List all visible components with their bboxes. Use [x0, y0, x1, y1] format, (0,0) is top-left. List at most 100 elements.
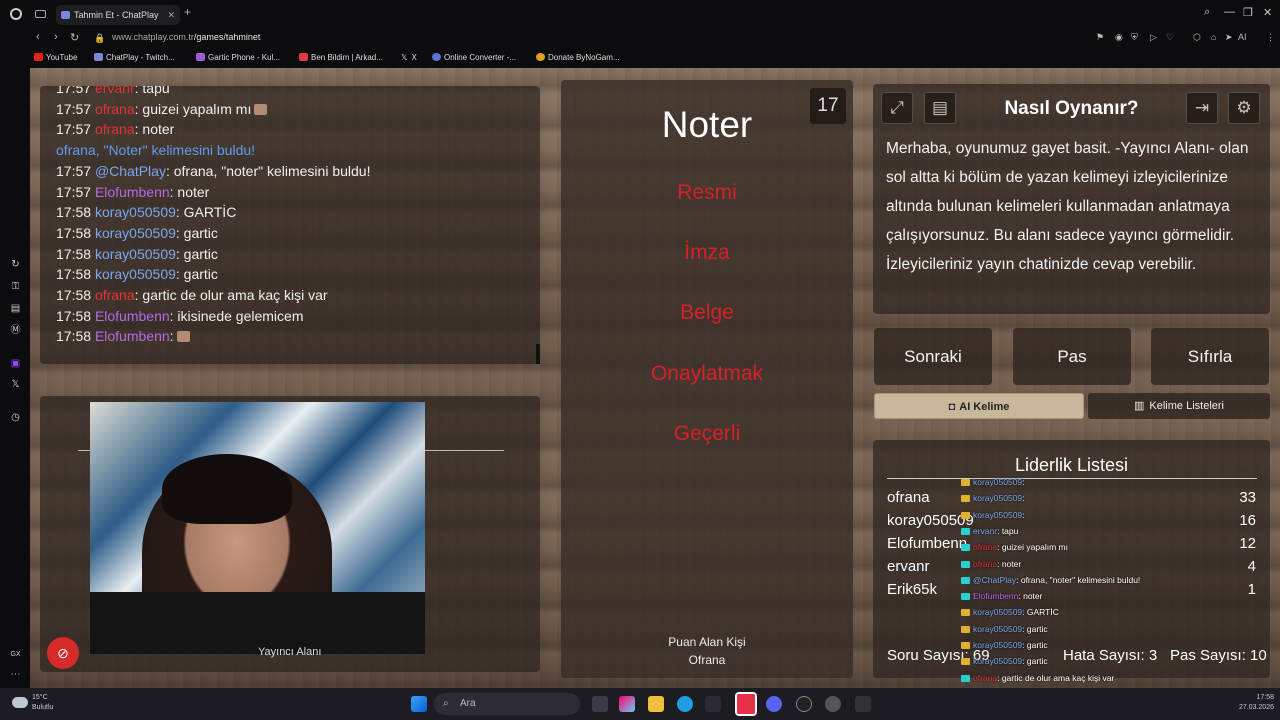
chat-scrollbar[interactable] [536, 344, 540, 364]
chat-username[interactable]: Elofumbenn [95, 184, 170, 200]
x-sidebar-icon[interactable]: 𝕏 [9, 378, 22, 391]
chat-username[interactable]: ofrana [95, 287, 135, 303]
search-tabs-icon[interactable]: ⌕ [1204, 6, 1210, 19]
bookmark-benbildim[interactable]: Ben Bildim | Arkad... [299, 53, 383, 62]
chat-username[interactable]: @ChatPlay [95, 163, 166, 179]
history-icon[interactable]: ↻ [9, 258, 22, 271]
chat-username[interactable]: Elofumbenn [95, 328, 170, 344]
close-window-icon[interactable]: ✕ [1263, 6, 1272, 19]
weather-icon [12, 697, 28, 708]
chat-username[interactable]: Elofumbenn [95, 308, 170, 324]
bookmark-icon[interactable]: ⚑ [1096, 32, 1104, 43]
exit-icon[interactable]: ⇥ [1186, 92, 1218, 124]
browser-logo-icon[interactable] [10, 8, 22, 20]
back-icon[interactable]: ‹ [36, 31, 40, 43]
bookmark-chatplay[interactable]: ChatPlay - Twitch... [94, 53, 175, 62]
copilot-icon[interactable] [619, 696, 635, 712]
next-button[interactable]: Sonraki [874, 328, 992, 385]
shield-icon[interactable]: ⛨ [1131, 32, 1138, 43]
heart-icon[interactable]: ♡ [1166, 32, 1174, 43]
chat-username[interactable]: ofrana [95, 101, 135, 117]
settings-gear-icon[interactable]: ⚙ [1228, 92, 1260, 124]
task-view-icon[interactable] [592, 696, 608, 712]
maximize-icon[interactable]: ❐ [1243, 6, 1253, 19]
word-lists-button[interactable]: ▥ Kelime Listeleri [1088, 393, 1270, 419]
bookmark-gartic[interactable]: Gartic Phone - Kul... [196, 53, 280, 62]
badge-icon [961, 495, 970, 503]
bookmark-x[interactable]: 𝕏X [401, 53, 417, 62]
overlay-username: koray050509 [973, 493, 1023, 504]
close-tab-icon[interactable]: ✕ [167, 5, 175, 25]
extensions-icon[interactable]: ⬡ [1193, 32, 1201, 43]
messenger-icon[interactable]: Ⓜ [9, 324, 22, 337]
badge-icon [961, 527, 970, 535]
bookmark-label: ChatPlay - Twitch... [106, 53, 175, 62]
reset-button[interactable]: Sıfırla [1151, 328, 1269, 385]
clock-icon[interactable]: ◷ [9, 411, 22, 424]
wallet-icon[interactable]: ▤ [9, 302, 22, 315]
chat-username[interactable]: koray050509 [95, 225, 176, 241]
chat-username[interactable]: koray050509 [95, 204, 176, 220]
weather-widget[interactable]: 15°C Bulutlu [32, 693, 53, 713]
tab-chatplay[interactable]: Tahmin Et - ChatPlay ✕ [56, 5, 180, 25]
new-tab-icon[interactable]: + [184, 5, 191, 19]
minimize-icon[interactable]: — [1224, 6, 1235, 18]
app-icon[interactable] [796, 696, 812, 712]
chat-message: 17:57 ervanr: tapu [56, 86, 170, 96]
twitch-icon[interactable]: ▣ [9, 357, 22, 370]
chat-message: 17:58 koray050509: gartic [56, 225, 218, 241]
file-explorer-icon[interactable] [648, 696, 664, 712]
reload-icon[interactable]: ↻ [70, 31, 79, 44]
windows-start-icon[interactable] [411, 696, 427, 712]
ai-word-button[interactable]: ◘ AI Kelime [874, 393, 1084, 419]
leaderboard-name: ofrana [887, 489, 930, 506]
scorer-label: Puan Alan Kişi [668, 635, 746, 649]
workspaces-icon[interactable] [35, 10, 46, 18]
edge-icon[interactable] [677, 696, 693, 712]
chat-message: 17:57 Elofumbenn: noter [56, 184, 209, 200]
chat-username[interactable]: ofrana [95, 121, 135, 137]
more-icon[interactable]: ⋯ [9, 668, 22, 681]
menu-icon[interactable]: ⋮ [1266, 32, 1275, 43]
chat-text: : noter [134, 121, 175, 138]
store-icon[interactable] [705, 696, 721, 712]
chat-username[interactable]: koray050509 [95, 246, 176, 262]
ai-label[interactable]: AI [1238, 32, 1247, 42]
play-icon[interactable]: ▷ [1150, 32, 1157, 43]
chat-username[interactable]: koray050509 [95, 266, 176, 282]
chat-username[interactable]: ofrana, "Noter" kelimesini buldu! [56, 142, 255, 158]
url-field[interactable]: www.chatplay.com.tr/games/tahminet [112, 32, 260, 42]
bookmark-label: YouTube [46, 53, 78, 62]
bookmark-label: Online Converter -... [444, 53, 517, 62]
bookmark-youtube[interactable]: YouTube [34, 53, 77, 62]
url-path: /games/tahminet [193, 32, 261, 42]
app-icon[interactable] [855, 696, 871, 712]
bookmark-donate[interactable]: Donate ByNoGam... [536, 53, 620, 62]
opera-gx-icon[interactable] [735, 692, 757, 716]
overlay-chat-message: koray050509: gartic [961, 624, 1048, 634]
profile-icon[interactable]: ⌂ [1211, 32, 1216, 42]
send-icon[interactable]: ➤ [1225, 32, 1233, 43]
camera-icon[interactable]: ◉ [1115, 32, 1123, 43]
chat-timestamp: 17:57 [56, 86, 92, 96]
lock-sidebar-icon[interactable]: ⚿ [9, 280, 22, 293]
overlay-username: koray050509 [973, 656, 1023, 667]
chat-text: : gartic [175, 245, 218, 262]
bookmark-converter[interactable]: Online Converter -... [432, 53, 516, 62]
chat-message: 17:58 koray050509: gartic [56, 266, 218, 282]
gx-icon[interactable]: GX [9, 648, 22, 661]
leaderboard-score: 1 [1247, 581, 1256, 598]
forbidden-word: Onaylatmak [650, 362, 764, 385]
discord-icon[interactable] [766, 696, 782, 712]
clock[interactable]: 17:58 27.03.2026 [1239, 693, 1274, 713]
taskbar-search[interactable]: ⌕ Ara [434, 693, 580, 715]
chat-message: 17:57 ofrana: guizei yapalım mı [56, 101, 268, 117]
overlay-chat-message: ervanr: tapu [961, 526, 1018, 536]
chat-username[interactable]: ervanr [95, 86, 135, 96]
forward-icon[interactable]: › [54, 31, 58, 43]
record-button[interactable]: ⊘ [47, 637, 79, 669]
pass-button[interactable]: Pas [1013, 328, 1131, 385]
badge-icon [961, 642, 970, 649]
chat-message: 17:58 Elofumbenn: ikisinede gelemicem [56, 308, 304, 324]
obs-icon[interactable] [825, 696, 841, 712]
